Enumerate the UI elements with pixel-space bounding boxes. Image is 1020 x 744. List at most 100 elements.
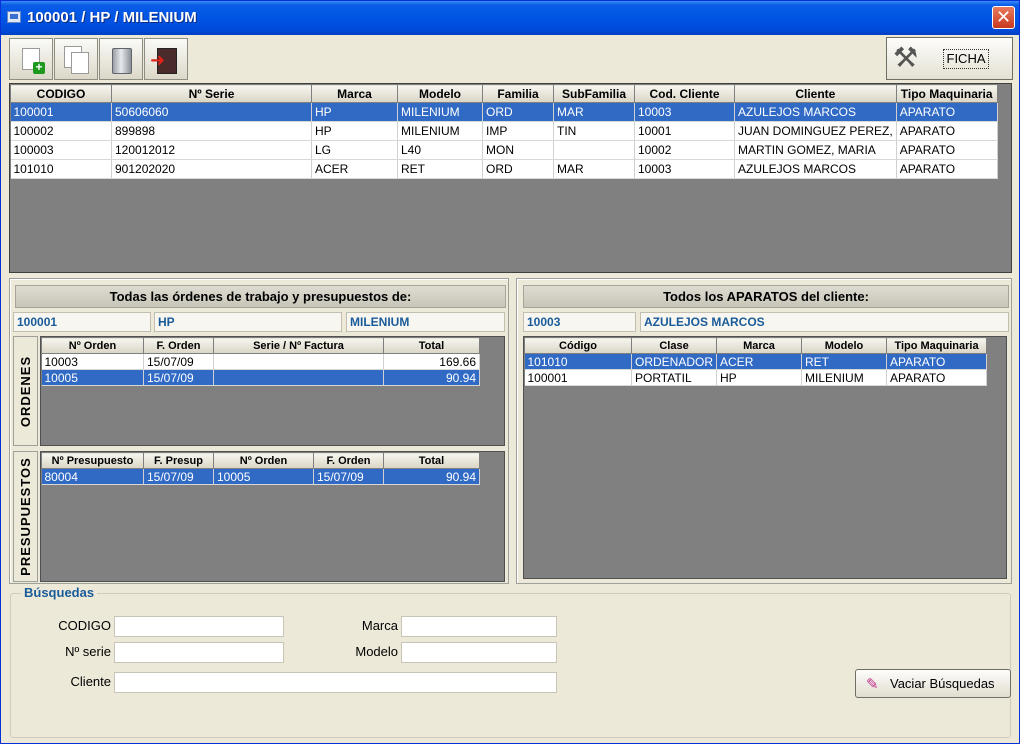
title-bar[interactable]: 100001 / HP / MILENIUM ✕ (1, 1, 1019, 35)
exit-button[interactable]: ➜ (144, 38, 188, 80)
equipment-header-6[interactable]: Cod. Cliente (634, 84, 735, 103)
devices-cell: 100001 (524, 369, 632, 386)
devices-cell: APARATO (886, 369, 988, 386)
orders-row[interactable]: 10005 15/07/09 90.94 (41, 369, 480, 386)
equipment-cell: MON (482, 140, 554, 160)
equipment-header-2[interactable]: Marca (311, 84, 398, 103)
equipment-cell: AZULEJOS MARCOS (734, 102, 897, 122)
devices-cell: ACER (716, 353, 803, 370)
devices-grid[interactable]: Código Clase Marca Modelo Tipo Maquinaria 10… (523, 336, 1007, 579)
cliente-search-input[interactable] (114, 672, 557, 693)
delete-button[interactable] (99, 38, 143, 80)
equipment-grid[interactable]: CODIGO Nº Serie Marca Modelo Familia SubFamil… (9, 83, 1012, 273)
equipment-cell: MILENIUM (397, 121, 483, 141)
equipment-cell: MAR (553, 102, 635, 122)
copy-button[interactable] (54, 38, 98, 80)
budgets-cell: 90.94 (383, 468, 480, 485)
equipment-cell: ORD (482, 102, 554, 122)
orders-row[interactable]: 10003 15/07/09 169.66 (41, 353, 480, 370)
new-button[interactable]: + (9, 38, 53, 80)
equipment-row[interactable]: 100002 899898 HP MILENIUM IMP TIN 10001 JUAN DO… (10, 121, 998, 141)
orders-table: Nº Orden F. Orden Serie / Nº Factura Total … (41, 337, 480, 386)
selected-modelo: MILENIUM (346, 312, 505, 332)
equipment-cell: APARATO (896, 102, 998, 122)
presupuestos-label-text: PRESUPUESTOS (18, 457, 33, 576)
cliente-codigo: 10003 (523, 312, 636, 332)
equipment-cell: 10003 (634, 159, 735, 179)
selected-marca: HP (154, 312, 342, 332)
tools-icon: ⚒ (893, 42, 919, 73)
close-button[interactable]: ✕ (992, 6, 1015, 29)
equipment-cell: HP (311, 102, 398, 122)
equipment-cell: 50606060 (111, 102, 312, 122)
devices-cell: APARATO (886, 353, 988, 370)
equipment-cell: 100001 (10, 102, 112, 122)
budgets-header-0[interactable]: Nº Presupuesto (41, 452, 144, 469)
budgets-header-4[interactable]: Total (383, 452, 480, 469)
budgets-cell: 15/07/09 (143, 468, 214, 485)
devices-row[interactable]: 101010 ORDENADOR ACER RET APARATO (524, 353, 988, 370)
orders-cell (213, 369, 384, 386)
equipment-cell: JUAN DOMINGUEZ PEREZ, (734, 121, 897, 141)
equipment-header-1[interactable]: Nº Serie (111, 84, 312, 103)
cliente-label: Cliente (70, 674, 111, 689)
equipment-cell: AZULEJOS MARCOS (734, 159, 897, 179)
equipment-header-5[interactable]: SubFamilia (553, 84, 635, 103)
devices-header-1[interactable]: Clase (630, 337, 718, 354)
devices-cell: PORTATIL (631, 369, 718, 386)
equipment-cell: TIN (553, 121, 635, 141)
devices-header-2[interactable]: Marca (716, 337, 803, 354)
devices-header-4[interactable]: Tipo Maquinaria (886, 337, 988, 354)
budgets-cell: 80004 (41, 468, 144, 485)
marca-search-input[interactable] (401, 616, 557, 637)
serie-search-input[interactable] (114, 642, 284, 663)
equipment-header-8[interactable]: Tipo Maquinaria (895, 84, 998, 103)
equipment-cell (553, 140, 635, 160)
orders-cell: 90.94 (383, 369, 480, 386)
budgets-header-1[interactable]: F. Presup (143, 452, 214, 469)
orders-header-2[interactable]: Serie / Nº Factura (213, 337, 384, 354)
orders-panel: Todas las órdenes de trabajo y presupues… (9, 278, 509, 584)
clear-search-label: Vaciar Búsquedas (890, 676, 995, 691)
devices-header-0[interactable]: Código (524, 337, 632, 354)
equipment-row[interactable]: 100001 50606060 HP MILENIUM ORD MAR 10003 AZULE… (10, 102, 998, 122)
budgets-grid[interactable]: Nº Presupuesto F. Presup Nº Orden F. Orden T… (40, 451, 505, 582)
devices-panel-title: Todos los APARATOS del cliente: (523, 285, 1009, 308)
equipment-cell: 899898 (111, 121, 312, 141)
equipment-cell: ACER (311, 159, 398, 179)
devices-table: Código Clase Marca Modelo Tipo Maquinaria 10… (524, 337, 988, 386)
orders-header-1[interactable]: F. Orden (143, 337, 214, 354)
modelo-search-input[interactable] (401, 642, 557, 663)
equipment-row[interactable]: 101010 901202020 ACER RET ORD MAR 10003 AZULEJO… (10, 159, 998, 179)
equipment-cell: 10002 (634, 140, 735, 160)
equipment-row[interactable]: 100003 120012012 LG L40 MON 10002 MARTIN GOMEZ… (10, 140, 998, 160)
equipment-header-7[interactable]: Cliente (734, 84, 897, 103)
equipment-header-0[interactable]: CODIGO (10, 84, 112, 103)
codigo-label: CODIGO (58, 618, 111, 633)
budgets-header-3[interactable]: F. Orden (313, 452, 384, 469)
codigo-search-input[interactable] (114, 616, 284, 637)
ficha-button-label: FICHA (943, 49, 989, 69)
orders-header-3[interactable]: Total (383, 337, 480, 354)
equipment-cell: HP (311, 121, 398, 141)
equipment-header-3[interactable]: Modelo (397, 84, 483, 103)
equipment-cell: APARATO (896, 159, 998, 179)
equipment-header-4[interactable]: Familia (482, 84, 554, 103)
eraser-icon: ✎ (866, 676, 879, 693)
equipment-cell: ORD (482, 159, 554, 179)
budgets-header-2[interactable]: Nº Orden (213, 452, 314, 469)
orders-cell: 15/07/09 (143, 353, 214, 370)
ficha-button[interactable]: ⚒ FICHA (886, 37, 1013, 80)
orders-grid[interactable]: Nº Orden F. Orden Serie / Nº Factura Total … (40, 336, 505, 446)
budgets-table: Nº Presupuesto F. Presup Nº Orden F. Orden T… (41, 452, 480, 485)
client-area: + ➜ ⚒ FICHA CODIGO Nº Serie Marca Modelo Fam… (4, 35, 1016, 741)
devices-header-3[interactable]: Modelo (801, 337, 888, 354)
orders-header-0[interactable]: Nº Orden (41, 337, 144, 354)
orders-cell: 10005 (41, 369, 144, 386)
devices-row[interactable]: 100001 PORTATIL HP MILENIUM APARATO (524, 369, 988, 386)
clear-search-button[interactable]: ✎ Vaciar Búsquedas (855, 669, 1011, 698)
equipment-cell: APARATO (896, 140, 998, 160)
budgets-row[interactable]: 80004 15/07/09 10005 15/07/09 90.94 (41, 468, 480, 485)
equipment-cell: 120012012 (111, 140, 312, 160)
devices-cell: RET (801, 353, 888, 370)
